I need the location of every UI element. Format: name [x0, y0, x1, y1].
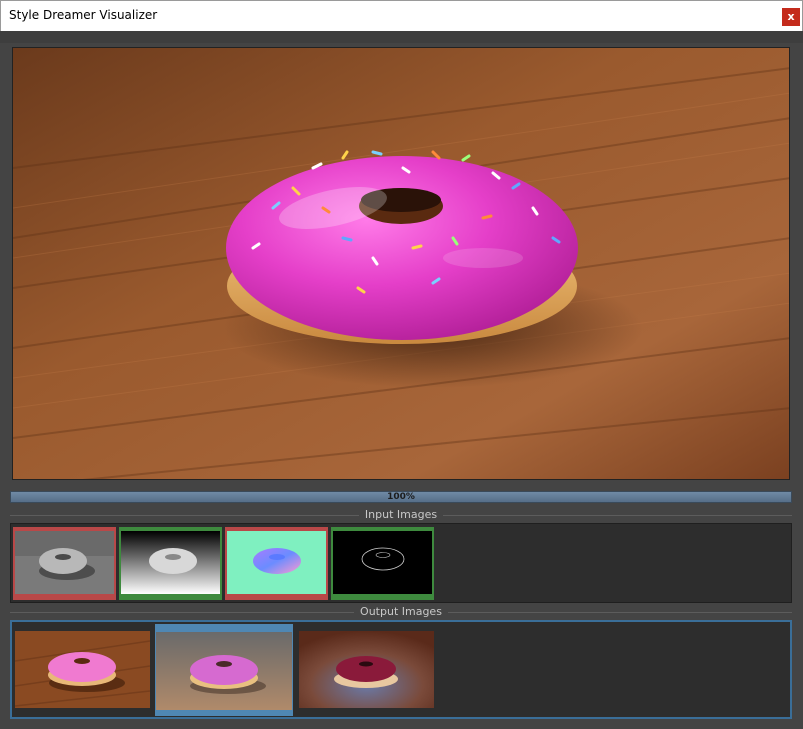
output-thumb-1[interactable]: [15, 631, 150, 708]
window-title: Style Dreamer Visualizer: [9, 8, 158, 22]
progress-label: 100%: [387, 492, 415, 502]
output-thumb-2-selected[interactable]: [155, 624, 293, 716]
donut-render-image: [13, 48, 789, 479]
normal-map-image: [227, 531, 326, 594]
input-thumb-depth-map[interactable]: [119, 527, 222, 600]
toolbar-strip: [0, 31, 803, 43]
output-images-header: Output Images: [10, 605, 792, 619]
output-thumb-3[interactable]: [299, 631, 434, 708]
output-stylized-donut-image: [156, 632, 292, 710]
input-thumb-grey-render[interactable]: [13, 527, 116, 600]
input-images-panel: [10, 523, 792, 603]
output-pink-donut-image: [15, 631, 150, 708]
close-button[interactable]: x: [782, 8, 800, 26]
output-purple-donut-image: [299, 631, 434, 708]
input-thumb-edge-map[interactable]: [331, 527, 434, 600]
close-icon: x: [787, 10, 795, 23]
main-viewport[interactable]: [12, 47, 790, 480]
output-images-panel: [10, 620, 792, 719]
title-bar: Style Dreamer Visualizer x: [0, 0, 803, 31]
progress-bar: 100%: [10, 491, 792, 503]
output-images-label: Output Images: [354, 605, 448, 618]
edge-map-image: [333, 531, 432, 594]
input-images-header: Input Images: [10, 508, 792, 522]
grey-donut-image: [15, 531, 114, 594]
input-thumb-normal-map[interactable]: [225, 527, 328, 600]
depth-map-image: [121, 531, 220, 594]
input-images-label: Input Images: [358, 508, 444, 521]
